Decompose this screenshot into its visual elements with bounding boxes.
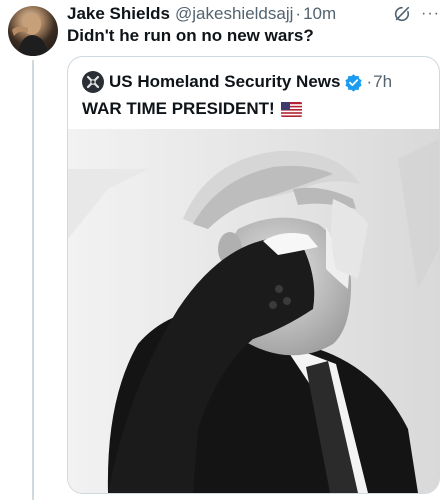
author-handle[interactable]: @jakeshieldsajj: [175, 4, 293, 24]
tweet-timestamp[interactable]: 10m: [303, 4, 336, 24]
verified-badge-icon: [345, 73, 363, 92]
separator-dot: ·: [295, 4, 302, 23]
quote-text-row: WAR TIME PRESIDENT!: [82, 99, 302, 119]
thread-line: [32, 60, 34, 500]
quote-photo[interactable]: [68, 129, 439, 493]
us-flag-icon: [280, 101, 302, 117]
quote-text: WAR TIME PRESIDENT!: [82, 99, 275, 118]
tweet-header: Jake Shields @jakeshieldsajj · 10m ···: [67, 3, 440, 25]
quote-header: US Homeland Security News · 7h: [82, 70, 392, 94]
quote-author-avatar[interactable]: [82, 71, 104, 93]
quote-separator-dot: ·: [366, 72, 373, 91]
quote-timestamp[interactable]: 7h: [373, 72, 392, 92]
tweet-actions: ···: [393, 5, 440, 23]
quote-author-name[interactable]: US Homeland Security News: [109, 72, 340, 92]
grok-icon[interactable]: [393, 5, 411, 23]
author-name[interactable]: Jake Shields: [67, 4, 170, 24]
more-options-icon[interactable]: ···: [421, 6, 440, 22]
quoted-tweet[interactable]: US Homeland Security News · 7h WAR TIME …: [67, 56, 440, 494]
author-avatar[interactable]: [8, 6, 58, 56]
tweet-text: Didn't he run on no new wars?: [67, 26, 314, 45]
